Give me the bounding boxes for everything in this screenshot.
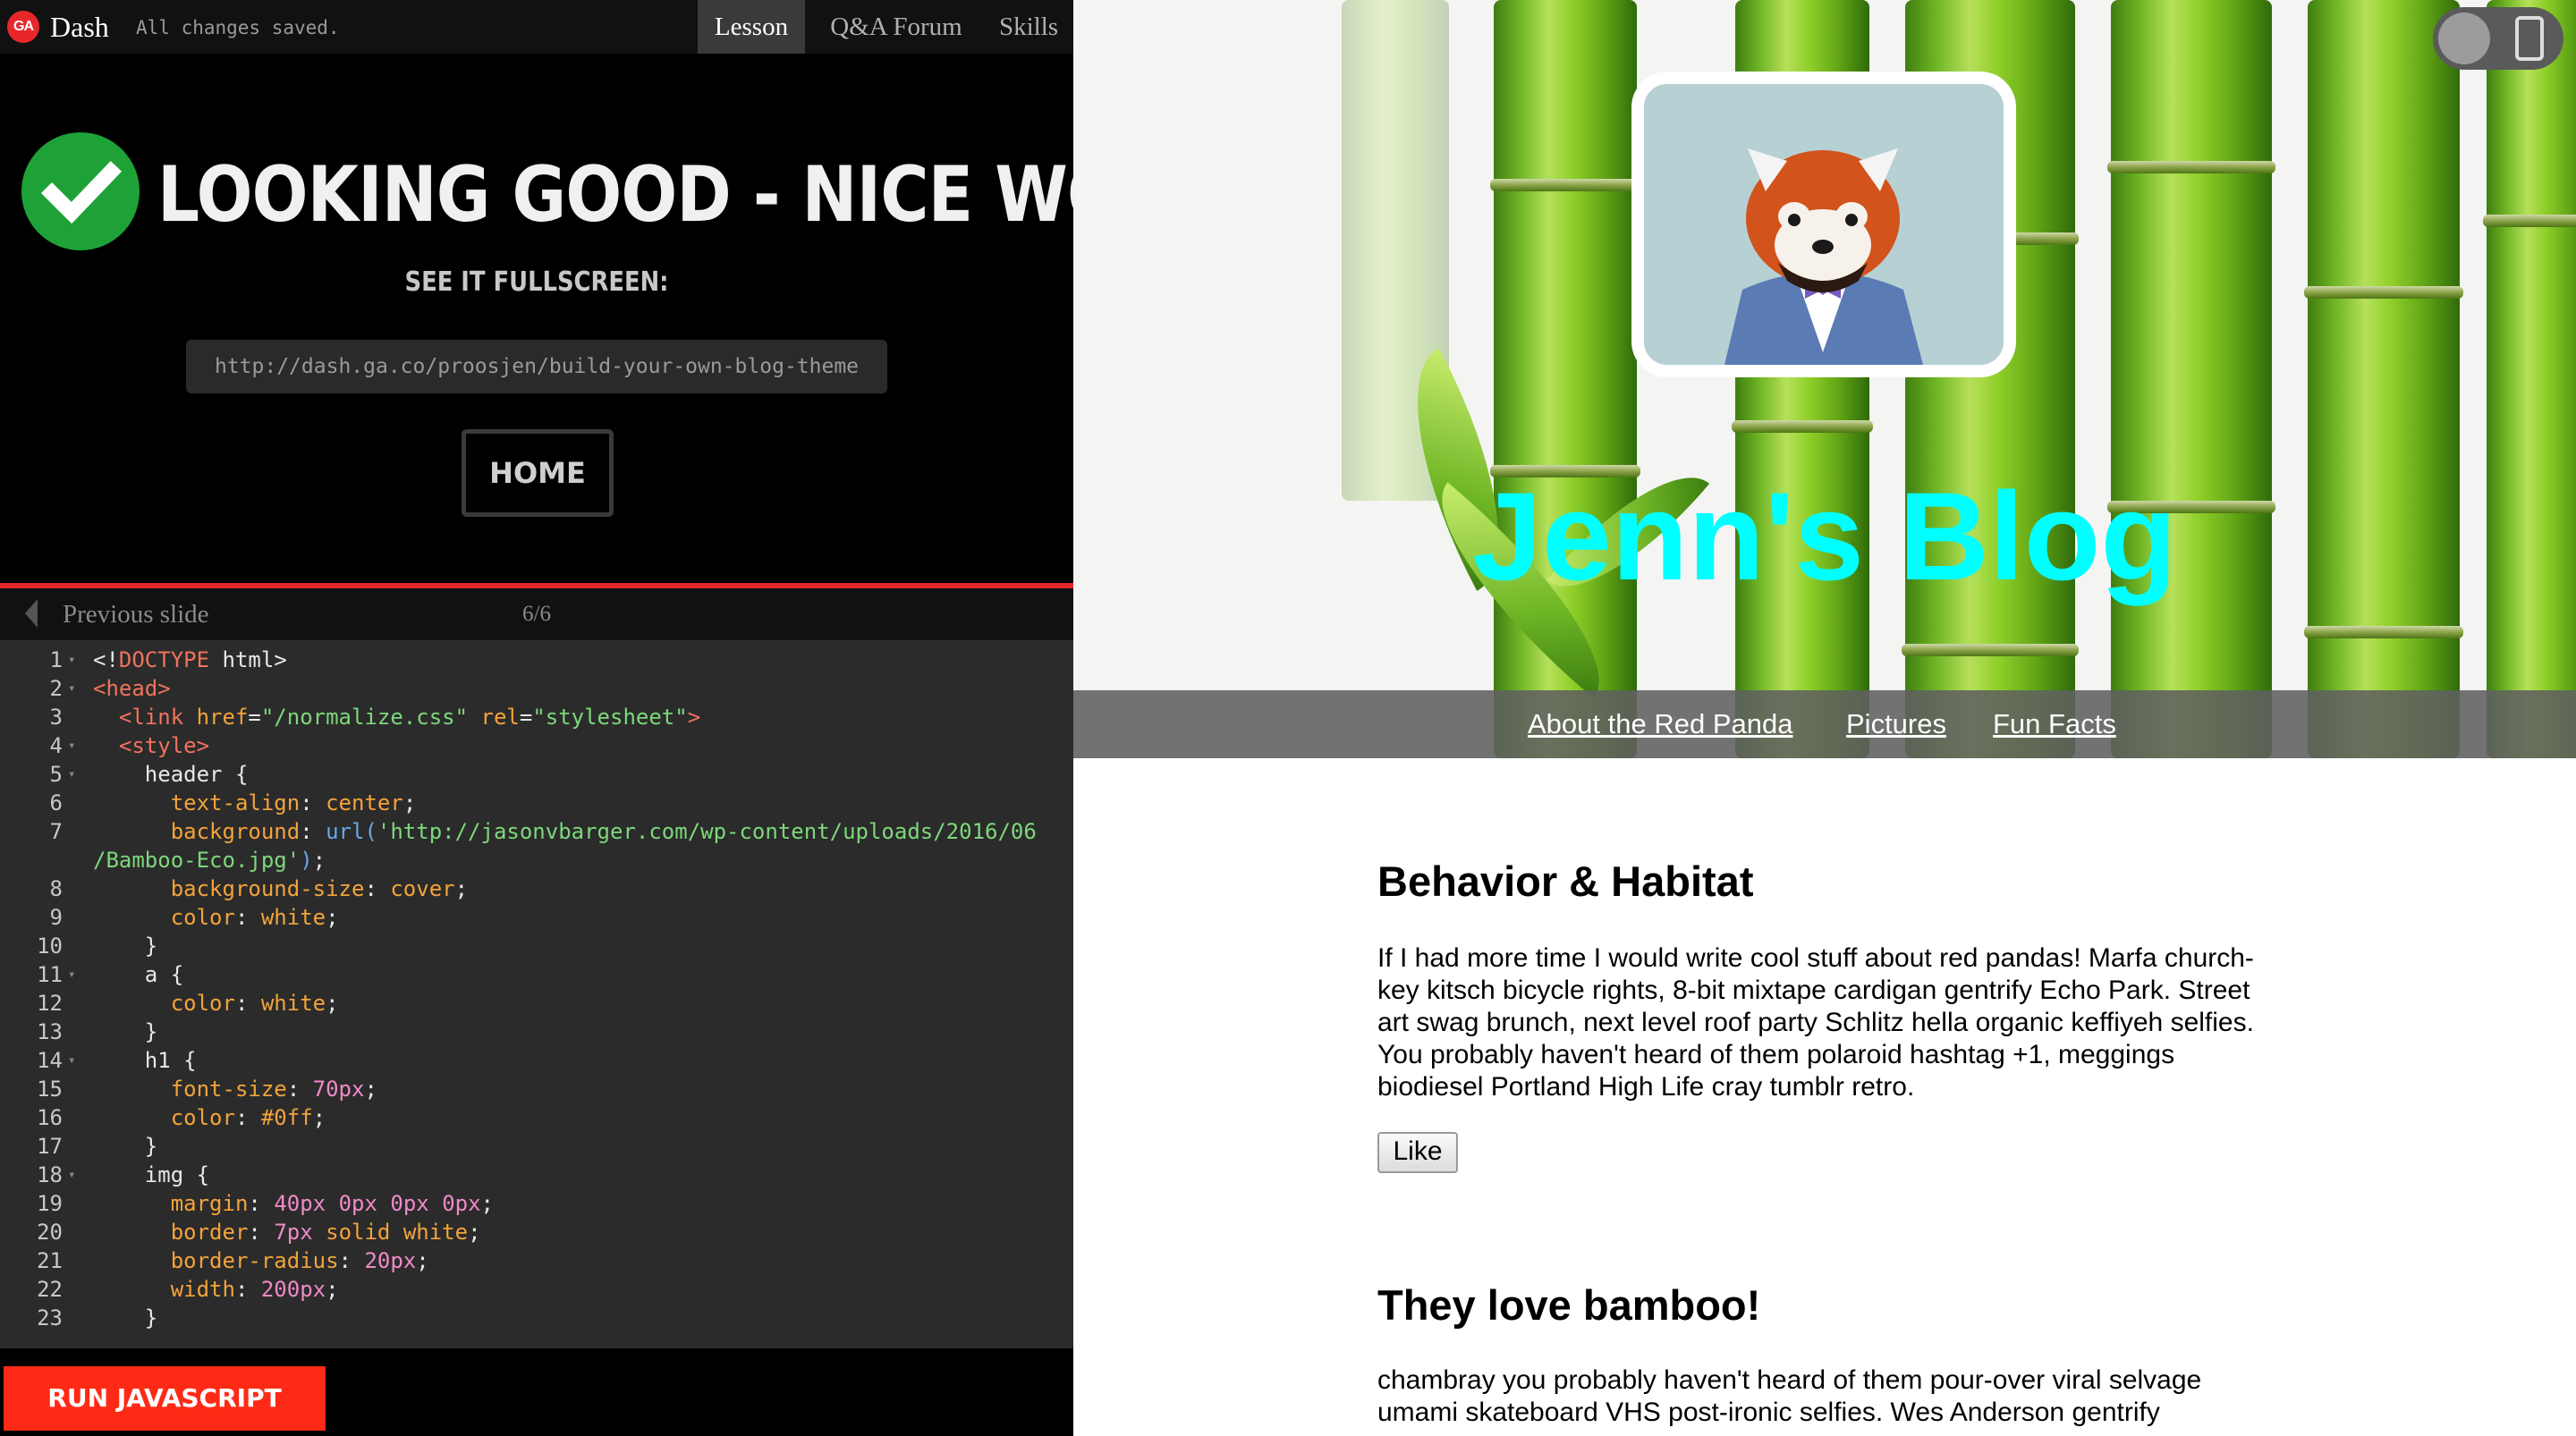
fold-arrow-icon[interactable]: ▾	[68, 731, 75, 760]
line-number: 11	[37, 962, 63, 987]
line-number: 9	[49, 905, 63, 930]
bamboo-stalk	[2304, 0, 2463, 758]
line-number: 1	[49, 647, 63, 672]
check-circle-icon	[21, 132, 140, 250]
code-line: 5 ▾ header {	[0, 760, 1073, 789]
line-number: 22	[37, 1277, 63, 1302]
code-line: 23 }	[0, 1304, 1073, 1332]
line-number: 8	[49, 876, 63, 901]
code-line: 15 font-size: 70px;	[0, 1075, 1073, 1103]
fullscreen-url[interactable]: http://dash.ga.co/proosjen/build-your-ow…	[186, 340, 887, 393]
fold-arrow-icon[interactable]: ▾	[68, 1046, 75, 1075]
code-line: 18 ▾ img {	[0, 1161, 1073, 1189]
lesson-panel: GA Dash All changes saved. Lesson Q&A Fo…	[0, 0, 1073, 1436]
caret-left-icon[interactable]	[25, 599, 38, 628]
line-number: 14	[37, 1048, 63, 1073]
code-line: 17 }	[0, 1132, 1073, 1161]
line-number: 16	[37, 1105, 63, 1130]
toggle-knob[interactable]	[2438, 13, 2490, 64]
code-line: 11 ▾ a {	[0, 960, 1073, 989]
run-javascript-button[interactable]: RUN JAVASCRIPT	[4, 1366, 326, 1431]
line-number: 2	[49, 676, 63, 701]
blog-title: Jenn's Blog	[1472, 466, 2177, 606]
code-line: 22 width: 200px;	[0, 1275, 1073, 1304]
nav-link-fun-facts[interactable]: Fun Facts	[1993, 690, 2116, 758]
tab-lesson[interactable]: Lesson	[698, 0, 805, 54]
line-number: 21	[37, 1248, 63, 1273]
code-line: 14 ▾ h1 {	[0, 1046, 1073, 1075]
line-number: 7	[49, 819, 63, 844]
phone-icon[interactable]	[2515, 16, 2544, 61]
bamboo-header-image: Jenn's Blog About the Red Panda Pictures…	[1073, 0, 2576, 758]
fold-arrow-icon[interactable]: ▾	[68, 1161, 75, 1189]
red-panda-avatar	[1631, 72, 2016, 377]
line-number: 6	[49, 790, 63, 815]
slide-nav: Previous slide 6/6	[0, 588, 1073, 640]
nav-link-pictures[interactable]: Pictures	[1846, 690, 1946, 758]
home-button[interactable]: HOME	[462, 429, 614, 517]
ga-logo[interactable]: GA	[7, 11, 39, 43]
code-line: 2 ▾ <head>	[0, 674, 1073, 703]
nav-link-about[interactable]: About the Red Panda	[1528, 690, 1792, 758]
line-number: 20	[37, 1220, 63, 1245]
line-number: 18	[37, 1162, 63, 1187]
fullscreen-label: SEE IT FULLSCREEN:	[404, 266, 669, 298]
bamboo-stalk	[2483, 0, 2576, 758]
line-number: 15	[37, 1077, 63, 1102]
line-number: 17	[37, 1134, 63, 1159]
code-line: 13 }	[0, 1018, 1073, 1046]
code-line: 19 margin: 40px 0px 0px 0px;	[0, 1189, 1073, 1218]
code-line: 12 color: white;	[0, 989, 1073, 1018]
fold-arrow-icon[interactable]: ▾	[68, 646, 75, 674]
code-line: 6 text-align: center;	[0, 789, 1073, 817]
code-line: 20 border: 7px solid white;	[0, 1218, 1073, 1246]
top-bar: GA Dash All changes saved. Lesson Q&A Fo…	[0, 0, 1073, 54]
code-line: 8 background-size: cover;	[0, 874, 1073, 903]
code-line: /Bamboo-Eco.jpg');	[93, 848, 326, 873]
code-line: 10 }	[0, 932, 1073, 960]
line-number: 10	[37, 933, 63, 959]
preview-panel: Jenn's Blog About the Red Panda Pictures…	[1073, 0, 2576, 1436]
bamboo-stalk	[2107, 0, 2275, 758]
previous-slide-link[interactable]: Previous slide	[63, 588, 209, 640]
success-title: LOOKING GOOD - NICE WORK!	[157, 150, 1073, 240]
bottom-bar: RUN JAVASCRIPT	[0, 1348, 1073, 1436]
tab-skills[interactable]: Skills	[984, 0, 1073, 54]
code-line: 4 ▾ <style>	[0, 731, 1073, 760]
line-number: 4	[49, 733, 63, 758]
code-line: 7 background: url('http://jasonvbarger.c…	[0, 817, 1073, 846]
code-line: 21 border-radius: 20px;	[0, 1246, 1073, 1275]
blog-nav: About the Red Panda Pictures Fun Facts	[1073, 690, 2576, 758]
line-number: 19	[37, 1191, 63, 1216]
code-editor[interactable]: 1 ▾ <!DOCTYPE html> 2 ▾ <head> 3 <link href=…	[0, 640, 1073, 1348]
fold-arrow-icon[interactable]: ▾	[68, 960, 75, 989]
post-body: If I had more time I would write cool st…	[1377, 943, 2254, 1102]
line-number: 12	[37, 991, 63, 1016]
code-line: 9 color: white;	[0, 903, 1073, 932]
app-name[interactable]: Dash	[50, 7, 109, 46]
line-number: 3	[49, 705, 63, 730]
fold-arrow-icon[interactable]: ▾	[68, 760, 75, 789]
line-number: 5	[49, 762, 63, 787]
slide-counter: 6/6	[522, 602, 551, 626]
post-heading: Behavior & Habitat	[1377, 857, 1754, 905]
fold-arrow-icon[interactable]: ▾	[68, 674, 75, 703]
line-number: 13	[37, 1019, 63, 1044]
code-line: 3 <link href="/normalize.css" rel="style…	[0, 703, 1073, 731]
toggle-switch-icon[interactable]	[2433, 7, 2563, 70]
save-status: All changes saved.	[136, 17, 340, 38]
code-line: 1 ▾ <!DOCTYPE html>	[0, 646, 1073, 674]
like-button[interactable]: Like	[1377, 1132, 1458, 1173]
code-line: 16 color: #0ff;	[0, 1103, 1073, 1132]
post-body: chambray you probably haven't heard of t…	[1377, 1365, 2202, 1427]
line-number: 23	[37, 1305, 63, 1330]
tab-qa-forum[interactable]: Q&A Forum	[816, 0, 977, 54]
post-heading: They love bamboo!	[1377, 1281, 1761, 1329]
